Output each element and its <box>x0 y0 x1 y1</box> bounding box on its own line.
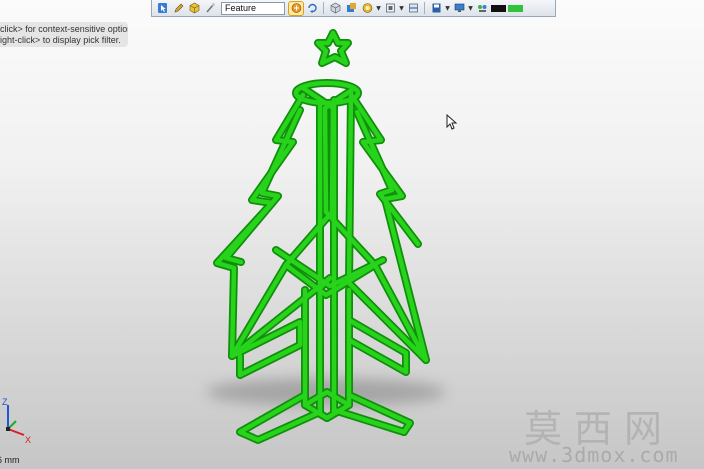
tree-tube-segment[interactable] <box>315 30 351 66</box>
tree-tube-segment[interactable] <box>214 92 333 359</box>
watermark-url: www.3dmox.com <box>509 443 679 467</box>
triad-z-label: Z <box>2 397 8 407</box>
triad-x-label: X <box>25 435 31 445</box>
tree-tube-segment[interactable] <box>346 90 429 363</box>
scale-readout: 6 mm <box>0 455 20 465</box>
axis-triad-icon: Z X <box>2 397 31 445</box>
mouse-cursor-icon <box>446 114 458 130</box>
